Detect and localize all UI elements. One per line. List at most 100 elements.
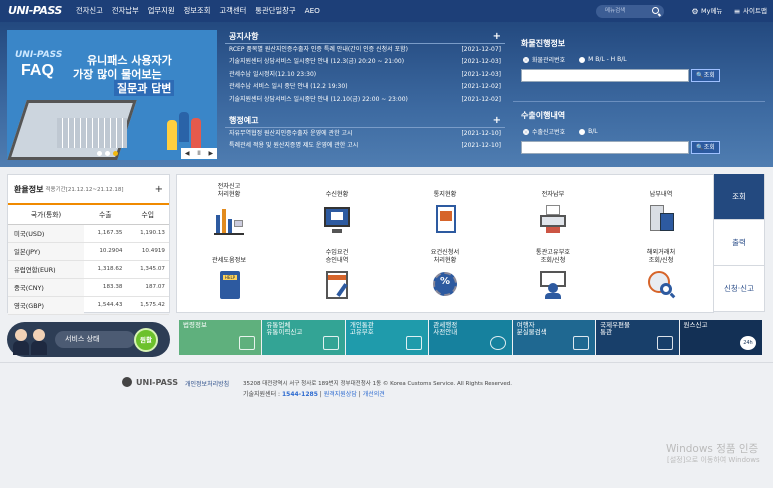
remote-support-link[interactable]: 원격지원상담 <box>324 391 357 398</box>
hero-section: UNI-PASS FAQ 유니패스 사용자가 가장 많이 물어보는 질문과 답변… <box>0 22 773 167</box>
tab-apply[interactable]: 신청·신고 <box>713 266 765 312</box>
my-menu-label: My메뉴 <box>701 7 723 15</box>
grid-item-customs-help[interactable]: 관세도움정보 HELP <box>177 247 281 301</box>
banner-dot[interactable] <box>105 151 110 156</box>
pause-icon[interactable]: II <box>197 150 201 157</box>
cargo-lookup-panel: 화물진행정보 화물관리번호 M B/L - H B/L 🔍조회 수출이행내역 수… <box>513 30 765 160</box>
next-icon[interactable]: ▶ <box>209 150 214 157</box>
cargo-search-button[interactable]: 🔍조회 <box>691 69 720 82</box>
nav-item-e-declaration[interactable]: 전자신고 <box>76 0 103 22</box>
cargo-radio-mgmt[interactable]: 화물관리번호 <box>523 55 565 64</box>
tab-print[interactable]: 출력 <box>713 220 765 266</box>
help-phone: 1544-1285 <box>281 391 318 398</box>
fx-header-import: 수입 <box>126 205 169 225</box>
sitemap-link[interactable]: ≡ 사이트맵 <box>733 0 767 22</box>
fx-period: 적용기간[21.12.12~21.12.18] <box>45 187 124 193</box>
notice-item[interactable]: 관세수납 일시정지(12.10 23:30) [2021-12-03] <box>225 69 505 81</box>
menu-search-input[interactable]: 메뉴검색 <box>596 5 664 18</box>
notice-item[interactable]: RCEP 품목별 원산지인증수출자 인증 특례 안내(간이 인증 신청서 포함)… <box>225 44 505 56</box>
table-row: 영국(GBP) 1,544.43 1,575.42 <box>8 296 169 315</box>
quick-link-one-stop[interactable]: 원스신고 24h <box>679 320 762 355</box>
quick-link-intl-mail[interactable]: 국제우편물 통관 <box>596 320 679 355</box>
prev-icon[interactable]: ◀ <box>185 150 190 157</box>
cargo-number-input[interactable] <box>521 69 689 82</box>
service-status-label: 서비스 상태 <box>55 331 135 348</box>
service-grid: 전자신고 처리현황 수신현황 통지현황 전자납부 납부내역 관세도움정보 HEL… <box>176 174 714 313</box>
quick-link-advance-notice[interactable]: 관세행정 사전안내 <box>429 320 512 355</box>
radio-icon <box>579 56 586 63</box>
table-row: 일본(JPY) 10.2904 10.4919 <box>8 242 169 261</box>
quick-link-distribution[interactable]: 유통업체 유통이력신고 <box>262 320 345 355</box>
fx-more-button[interactable]: + <box>155 184 163 195</box>
notice-board: 공지사항 + RCEP 품목별 원산지인증수출자 인증 특례 안내(간이 인증 … <box>225 30 505 106</box>
my-menu-link[interactable]: ⚙ My메뉴 <box>691 0 722 22</box>
document-icon <box>430 203 460 235</box>
quick-links-bar: 법령정보 유통업체 유통이력신고 개인통관 고유부호 관세행정 사전안내 여행자 분실물… <box>179 320 763 355</box>
import-doc-icon <box>322 269 352 301</box>
footer-help: 기술지원센터 : 1544-1285 | 원격지원상담 | 개선의견 <box>243 391 385 398</box>
luggage-icon <box>573 336 590 350</box>
monitor-mail-icon <box>322 203 352 235</box>
grid-tabs: 조회 출력 신청·신고 <box>713 174 765 313</box>
quick-link-lost-items[interactable]: 여행자 분실물검색 <box>512 320 596 355</box>
grid-item-customs-code[interactable]: 통관고유부호 조회/신청 <box>501 247 605 301</box>
user-card-icon <box>538 269 568 301</box>
admin-more-button[interactable]: + <box>493 115 501 126</box>
24h-icon: 24h <box>739 336 756 350</box>
nav-item-info-lookup[interactable]: 정보조회 <box>184 0 211 22</box>
banner-dot[interactable] <box>97 151 102 156</box>
top-navigation-bar: UNI-PASS 전자신고 전자납부 업무지원 정보조회 고객센터 통관단일창구… <box>0 0 773 22</box>
fx-title: 환율정보 <box>14 184 44 194</box>
notice-item[interactable]: 기술지원센터 상담서비스 일시중단 안내 (12.10(금) 22:00 ~ 2… <box>225 94 505 106</box>
unipass-logo[interactable]: UNI-PASS <box>8 4 62 17</box>
nav-item-work-support[interactable]: 업무지원 <box>148 0 175 22</box>
nav-item-e-payment[interactable]: 전자납부 <box>112 0 139 22</box>
table-row: 중국(CNY) 183.38 187.07 <box>8 278 169 297</box>
admin-notice-item[interactable]: 특례관세 적용 및 원산지증명 제도 운영에 관한 고시 [2021-12-10] <box>225 140 505 152</box>
radio-icon <box>523 56 529 63</box>
notice-item[interactable]: 기술지원센터 상담서비스 일시중단 안내 (12.3(금) 20:20 ~ 21… <box>225 56 505 68</box>
banner-dot-active[interactable] <box>113 151 118 156</box>
grid-item-import-approval[interactable]: 수입요건 승인내역 <box>285 247 389 301</box>
grid-item-e-decl-status[interactable]: 전자신고 처리현황 <box>177 181 281 235</box>
export-number-input[interactable] <box>521 141 689 154</box>
search-icon[interactable] <box>652 7 659 14</box>
help-label: 기술지원센터 : <box>243 391 281 398</box>
admin-notice-item[interactable]: 자유무역협정 원산지인증수출자 운영에 관한 고시 [2021-12-10] <box>225 128 505 140</box>
feedback-link[interactable]: 개선의견 <box>363 391 385 398</box>
cargo-radio-bl[interactable]: M B/L - H B/L <box>579 55 627 64</box>
menu-icon: ≡ <box>733 7 741 16</box>
faq-banner[interactable]: UNI-PASS FAQ 유니패스 사용자가 가장 많이 물어보는 질문과 답변… <box>7 30 217 160</box>
nav-item-customer-center[interactable]: 고객센터 <box>219 0 246 22</box>
export-radio-bl[interactable]: B/L <box>579 127 598 136</box>
grid-item-requirement-status[interactable]: 요건신청서 처리현황 % <box>393 247 497 301</box>
nav-item-aeo[interactable]: AEO <box>305 0 320 22</box>
staff-illustration <box>11 325 55 357</box>
radio-icon <box>579 128 586 135</box>
notice-item[interactable]: 관세수납 서비스 일시 중단 안내 (12.2 19:30) [2021-12-0… <box>225 81 505 93</box>
grid-item-foreign-partner[interactable]: 해외거래처 조회/신청 <box>609 247 713 301</box>
quick-link-law[interactable]: 법령정보 <box>179 320 262 355</box>
grid-item-payment-history[interactable]: 납부내역 <box>609 181 713 235</box>
gear-icon: ⚙ <box>691 7 699 16</box>
keyboard-illustration <box>57 118 127 148</box>
help-book-icon: HELP <box>214 269 244 301</box>
export-search-button[interactable]: 🔍조회 <box>691 141 720 154</box>
grid-item-e-payment[interactable]: 전자납부 <box>501 181 605 235</box>
banner-controls: ◀ II ▶ <box>181 148 217 159</box>
tab-lookup[interactable]: 조회 <box>713 174 765 220</box>
nav-item-single-window[interactable]: 통관단일창구 <box>255 0 295 22</box>
banner-brand: UNI-PASS <box>15 50 63 60</box>
admin-notice-board: 행정예고 + 자유무역협정 원산지인증수출자 운영에 관한 고시 [2021-12… <box>225 114 505 153</box>
export-radio-decl[interactable]: 수출신고번호 <box>523 127 565 136</box>
grid-item-receive-status[interactable]: 수신현황 <box>285 181 389 235</box>
radio-icon <box>523 128 529 135</box>
banner-pagination <box>97 151 121 156</box>
privacy-policy-link[interactable]: 개인정보처리방침 <box>185 379 229 388</box>
grid-item-notice-status[interactable]: 통지현황 <box>393 181 497 235</box>
cart-icon <box>656 336 673 350</box>
bar-chart-icon <box>214 203 244 235</box>
globe-search-icon <box>646 269 676 301</box>
notice-more-button[interactable]: + <box>493 31 501 42</box>
quick-link-personal-code[interactable]: 개인통관 고유부호 <box>345 320 429 355</box>
